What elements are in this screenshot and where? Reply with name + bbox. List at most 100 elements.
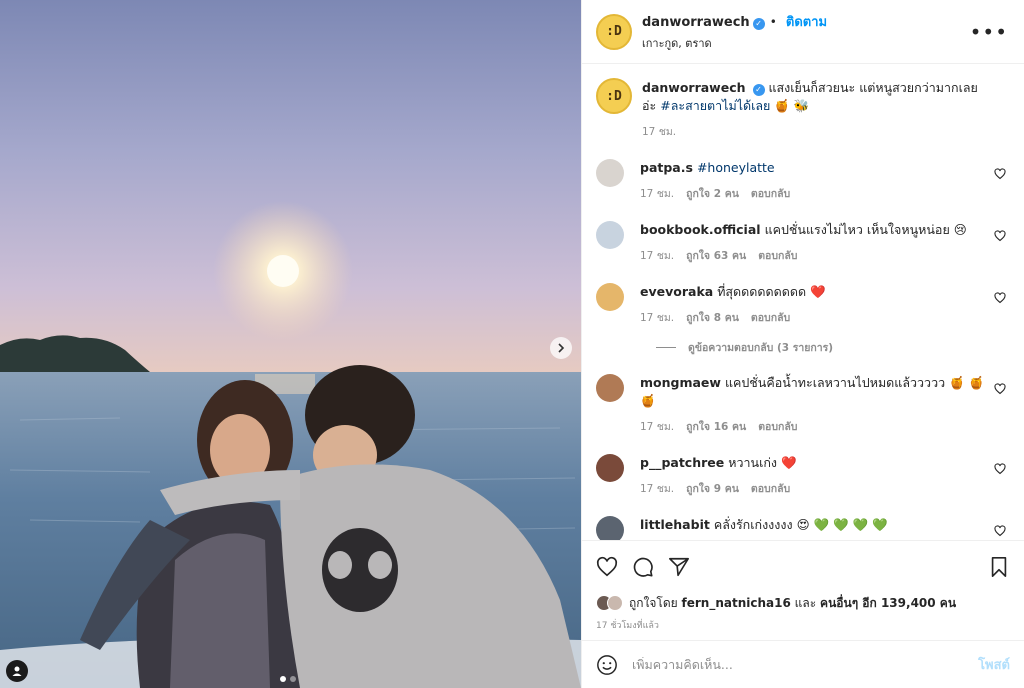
comment-like-count[interactable]: ถูกใจ 9 คน: [686, 480, 739, 498]
comment-row: patpa.s #honeylatte 17 ชม. ถูกใจ 2 คน ตอบกลั…: [596, 159, 1010, 203]
separator-dot: •: [769, 15, 777, 29]
caption-time: 17 ชม.: [642, 126, 677, 138]
share-button[interactable]: [668, 556, 690, 578]
comment-meta: 17 ชม. ถูกใจ 63 คน ตอบกลับ: [640, 247, 986, 265]
commenter-avatar[interactable]: [596, 516, 624, 540]
comment-time: 17 ชม.: [640, 483, 675, 495]
comment-text: หวานเก่ง ❤️: [728, 455, 797, 470]
comment-time: 17 ชม.: [640, 250, 675, 262]
heart-icon: [994, 383, 1006, 395]
more-icon[interactable]: •••: [968, 20, 1010, 44]
comment-body: mongmaew แคปชั่นคือน้ำทะเลหวานไปหมดแล้ววว…: [640, 374, 1010, 436]
comment-like-button[interactable]: [994, 380, 1006, 399]
carousel-indicator: [280, 676, 296, 682]
caption-avatar[interactable]: :D: [596, 78, 632, 114]
heart-icon: [994, 525, 1006, 537]
likes-summary: ถูกใจโดย fern_natnicha16 และ คนอื่นๆ อีก…: [582, 592, 1024, 614]
comment-like-button[interactable]: [994, 522, 1006, 540]
comment-meta: 17 ชม. ถูกใจ 16 คน ตอบกลับ: [640, 418, 986, 436]
heart-icon: [994, 292, 1006, 304]
follow-button[interactable]: ติดตาม: [786, 15, 827, 30]
replies-line: [656, 347, 676, 348]
emoji-button[interactable]: [596, 654, 618, 676]
commenter-username[interactable]: bookbook.official: [640, 222, 761, 237]
caption-hashtag[interactable]: #ละสายตาไม่ได้เลย: [660, 98, 770, 113]
view-replies-button[interactable]: ดูข้อความตอบกลับ (3 รายการ): [656, 339, 1010, 356]
comment-like-count[interactable]: ถูกใจ 16 คน: [686, 418, 746, 436]
caption-emoji: 🍯 🐝: [774, 98, 810, 113]
reply-button[interactable]: ตอบกลับ: [751, 309, 790, 327]
comment-body: bookbook.official แคปชั่นแรงไม่ไหว เห็นใจ…: [640, 221, 1010, 265]
post-dialog: :D danworrawech ✓ • ติดตาม เกาะกูด, ตราด …: [0, 0, 1024, 688]
verified-icon: ✓: [752, 84, 765, 96]
comment-like-button[interactable]: [994, 460, 1006, 479]
comment-input[interactable]: [632, 657, 979, 672]
comment-like-count[interactable]: ถูกใจ 2 คน: [686, 185, 739, 203]
likes-text: ถูกใจโดย fern_natnicha16 และ คนอื่นๆ อีก…: [629, 594, 956, 613]
comment-body: patpa.s #honeylatte 17 ชม. ถูกใจ 2 คน ตอบกลั…: [640, 159, 1010, 203]
caption: :D danworrawech ✓ แสงเย็นก็สวยนะ แต่หนูสว…: [596, 78, 1010, 141]
comment-like-count[interactable]: ถูกใจ 8 คน: [686, 309, 739, 327]
comment-like-count[interactable]: ถูกใจ 63 คน: [686, 247, 746, 265]
liker-avatar: [607, 595, 623, 611]
chevron-right-icon: [558, 343, 565, 353]
comment-composer: โพสต์: [582, 640, 1024, 688]
heart-icon: [994, 463, 1006, 475]
commenter-username[interactable]: patpa.s: [640, 160, 693, 175]
commenter-avatar[interactable]: [596, 159, 624, 187]
post-side-panel: :D danworrawech ✓ • ติดตาม เกาะกูด, ตราด …: [581, 0, 1024, 688]
bookmark-icon: [991, 556, 1007, 577]
comment-rows: patpa.s #honeylatte 17 ชม. ถูกใจ 2 คน ตอบกลั…: [596, 159, 1010, 540]
commenter-avatar[interactable]: [596, 283, 624, 311]
author-username[interactable]: danworrawech: [642, 15, 750, 30]
like-button[interactable]: [596, 556, 618, 578]
post-photo[interactable]: [0, 0, 581, 688]
comments-list[interactable]: :D danworrawech ✓ แสงเย็นก็สวยนะ แต่หนูสว…: [582, 64, 1024, 540]
verified-icon: ✓: [752, 17, 765, 30]
likes-and: และ: [794, 595, 817, 610]
author-avatar[interactable]: :D: [596, 13, 632, 50]
next-photo-button[interactable]: [550, 337, 572, 359]
comment-meta: 17 ชม. ถูกใจ 8 คน ตอบกลับ: [640, 309, 986, 327]
save-button[interactable]: [988, 556, 1010, 578]
comment-body: littlehabit คลั่งรักเก่งงงงง 😍 💚 💚 💚 💚: [640, 516, 1010, 540]
comment-text: แคปชั่นแรงไม่ไหว เห็นใจหนูหน่อย 😢: [764, 222, 967, 237]
likes-others[interactable]: คนอื่นๆ อีก 139,400 คน: [820, 596, 956, 610]
comment-hashtag[interactable]: #honeylatte: [697, 160, 775, 175]
reply-button[interactable]: ตอบกลับ: [758, 247, 797, 265]
heart-icon: [596, 556, 618, 576]
reply-button[interactable]: ตอบกลับ: [758, 418, 797, 436]
reply-button[interactable]: ตอบกลับ: [751, 480, 790, 498]
comment-time: 17 ชม.: [640, 188, 675, 200]
post-location[interactable]: เกาะกูด, ตราด: [642, 34, 968, 52]
likes-prefix: ถูกใจโดย: [629, 595, 678, 610]
commenter-username[interactable]: evevoraka: [640, 284, 713, 299]
reply-button[interactable]: ตอบกลับ: [751, 185, 790, 203]
comment-text: ที่สุดดดดดดดดด ❤️: [717, 284, 826, 299]
commenter-username[interactable]: mongmaew: [640, 375, 721, 390]
caption-username[interactable]: danworrawech: [642, 80, 746, 95]
sunset-scene: [0, 201, 581, 688]
comment-button[interactable]: [632, 556, 654, 578]
comment-row: p__patchree หวานเก่ง ❤️ 17 ชม. ถูกใจ 9 คน ตอ…: [596, 454, 1010, 498]
comment-like-button[interactable]: [994, 289, 1006, 308]
view-replies-label: ดูข้อความตอบกลับ (3 รายการ): [688, 342, 834, 354]
heart-icon: [994, 168, 1006, 180]
likes-user[interactable]: fern_natnicha16: [682, 596, 791, 610]
carousel-dot-1: [280, 676, 286, 682]
comment-like-button[interactable]: [994, 165, 1006, 184]
post-time[interactable]: 17 ชั่วโมงที่แล้ว: [582, 614, 1024, 640]
post-comment-button[interactable]: โพสต์: [978, 654, 1010, 675]
commenter-avatar[interactable]: [596, 454, 624, 482]
comment-row: mongmaew แคปชั่นคือน้ำทะเลหวานไปหมดแล้ววว…: [596, 374, 1010, 436]
commenter-avatar[interactable]: [596, 374, 624, 402]
comment-row: evevoraka ที่สุดดดดดดดดด ❤️ 17 ชม. ถูกใจ 8 …: [596, 283, 1010, 327]
caption-meta: 17 ชม.: [642, 123, 986, 141]
tagged-users-button[interactable]: [6, 660, 28, 682]
commenter-avatar[interactable]: [596, 221, 624, 249]
heart-icon: [994, 230, 1006, 242]
comment-icon: [633, 557, 653, 577]
commenter-username[interactable]: p__patchree: [640, 455, 724, 470]
comment-like-button[interactable]: [994, 227, 1006, 246]
commenter-username[interactable]: littlehabit: [640, 517, 710, 532]
